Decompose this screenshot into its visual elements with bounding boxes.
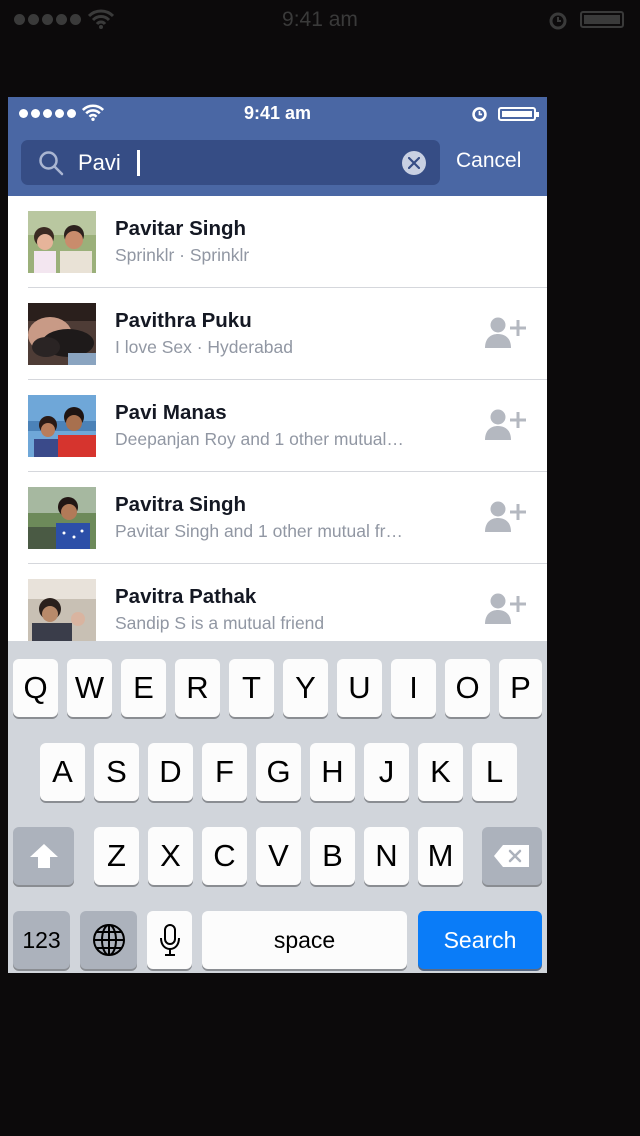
result-subtitle: Deepanjan Roy and 1 other mutual… [115, 429, 404, 449]
key-g[interactable]: G [256, 743, 301, 801]
key-r[interactable]: R [175, 659, 220, 717]
key-m[interactable]: M [418, 827, 463, 885]
key-w[interactable]: W [67, 659, 112, 717]
microphone-key[interactable] [147, 911, 192, 969]
avatar [28, 579, 96, 641]
key-t[interactable]: T [229, 659, 274, 717]
search-field[interactable] [21, 140, 440, 185]
cancel-button[interactable]: Cancel [456, 149, 521, 173]
key-z[interactable]: Z [94, 827, 139, 885]
key-a[interactable]: A [40, 743, 85, 801]
globe-icon [92, 924, 125, 956]
shift-icon [29, 844, 58, 868]
key-n[interactable]: N [364, 827, 409, 885]
key-x[interactable]: X [148, 827, 193, 885]
shift-key[interactable] [13, 827, 74, 885]
backspace-icon [494, 845, 529, 867]
result-name: Pavithra Puku [115, 309, 252, 332]
result-row[interactable]: Pavitar Singh Sprinklr · Sprinklr [8, 196, 547, 288]
key-p[interactable]: P [499, 659, 542, 717]
key-c[interactable]: C [202, 827, 247, 885]
alarm-icon [472, 107, 487, 122]
key-d[interactable]: D [148, 743, 193, 801]
keyboard: Q W E R T Y U I O P A S D F G H J K L Z … [8, 641, 547, 973]
battery-icon [580, 11, 624, 28]
clear-search-icon[interactable] [402, 151, 426, 175]
outer-status-time: 9:41 am [282, 8, 358, 31]
add-friend-icon[interactable] [485, 592, 527, 626]
result-name: Pavi Manas [115, 401, 227, 424]
key-h[interactable]: H [310, 743, 355, 801]
avatar [28, 303, 96, 365]
result-row[interactable]: Pavithra Puku I love Sex · Hyderabad [8, 288, 547, 380]
key-s[interactable]: S [94, 743, 139, 801]
key-j[interactable]: J [364, 743, 409, 801]
result-subtitle: I love Sex · Hyderabad [115, 337, 294, 357]
key-y[interactable]: Y [283, 659, 328, 717]
result-row[interactable]: Pavi Manas Deepanjan Roy and 1 other mut… [8, 380, 547, 472]
key-q[interactable]: Q [13, 659, 58, 717]
key-f[interactable]: F [202, 743, 247, 801]
key-e[interactable]: E [121, 659, 166, 717]
result-name: Pavitar Singh [115, 217, 247, 240]
search-header: 9:41 am Cancel [8, 97, 547, 196]
add-friend-icon[interactable] [485, 316, 527, 350]
microphone-icon [159, 924, 180, 956]
key-o[interactable]: O [445, 659, 490, 717]
key-v[interactable]: V [256, 827, 301, 885]
numbers-key[interactable]: 123 [13, 911, 70, 969]
key-l[interactable]: L [472, 743, 517, 801]
search-results-list: Pavitar Singh Sprinklr · Sprinklr Pavith… [8, 196, 547, 656]
battery-icon [498, 107, 539, 121]
result-name: Pavitra Pathak [115, 585, 257, 608]
result-subtitle: Sprinklr · Sprinklr [115, 245, 250, 265]
result-subtitle: Pavitar Singh and 1 other mutual fr… [115, 521, 403, 541]
phone-screen: 9:41 am Cancel [8, 97, 547, 973]
globe-key[interactable] [80, 911, 137, 969]
result-name: Pavitra Singh [115, 493, 247, 516]
key-b[interactable]: B [310, 827, 355, 885]
avatar [28, 211, 96, 273]
outer-status-bar: 9:41 am [0, 0, 640, 40]
key-k[interactable]: K [418, 743, 463, 801]
search-icon [39, 151, 64, 176]
alarm-icon [549, 12, 567, 30]
key-u[interactable]: U [337, 659, 382, 717]
status-time: 9:41 am [243, 103, 312, 123]
text-cursor [137, 150, 140, 176]
avatar [28, 487, 96, 549]
backspace-key[interactable] [482, 827, 542, 885]
status-bar: 9:41 am [8, 97, 547, 129]
search-input[interactable] [78, 146, 388, 180]
search-key[interactable]: Search [418, 911, 542, 969]
add-friend-icon[interactable] [485, 408, 527, 442]
result-row[interactable]: Pavitra Singh Pavitar Singh and 1 other … [8, 472, 547, 564]
add-friend-icon[interactable] [485, 500, 527, 534]
result-subtitle: Sandip S is a mutual friend [115, 613, 325, 633]
avatar [28, 395, 96, 457]
key-i[interactable]: I [391, 659, 436, 717]
space-key[interactable]: space [202, 911, 407, 969]
